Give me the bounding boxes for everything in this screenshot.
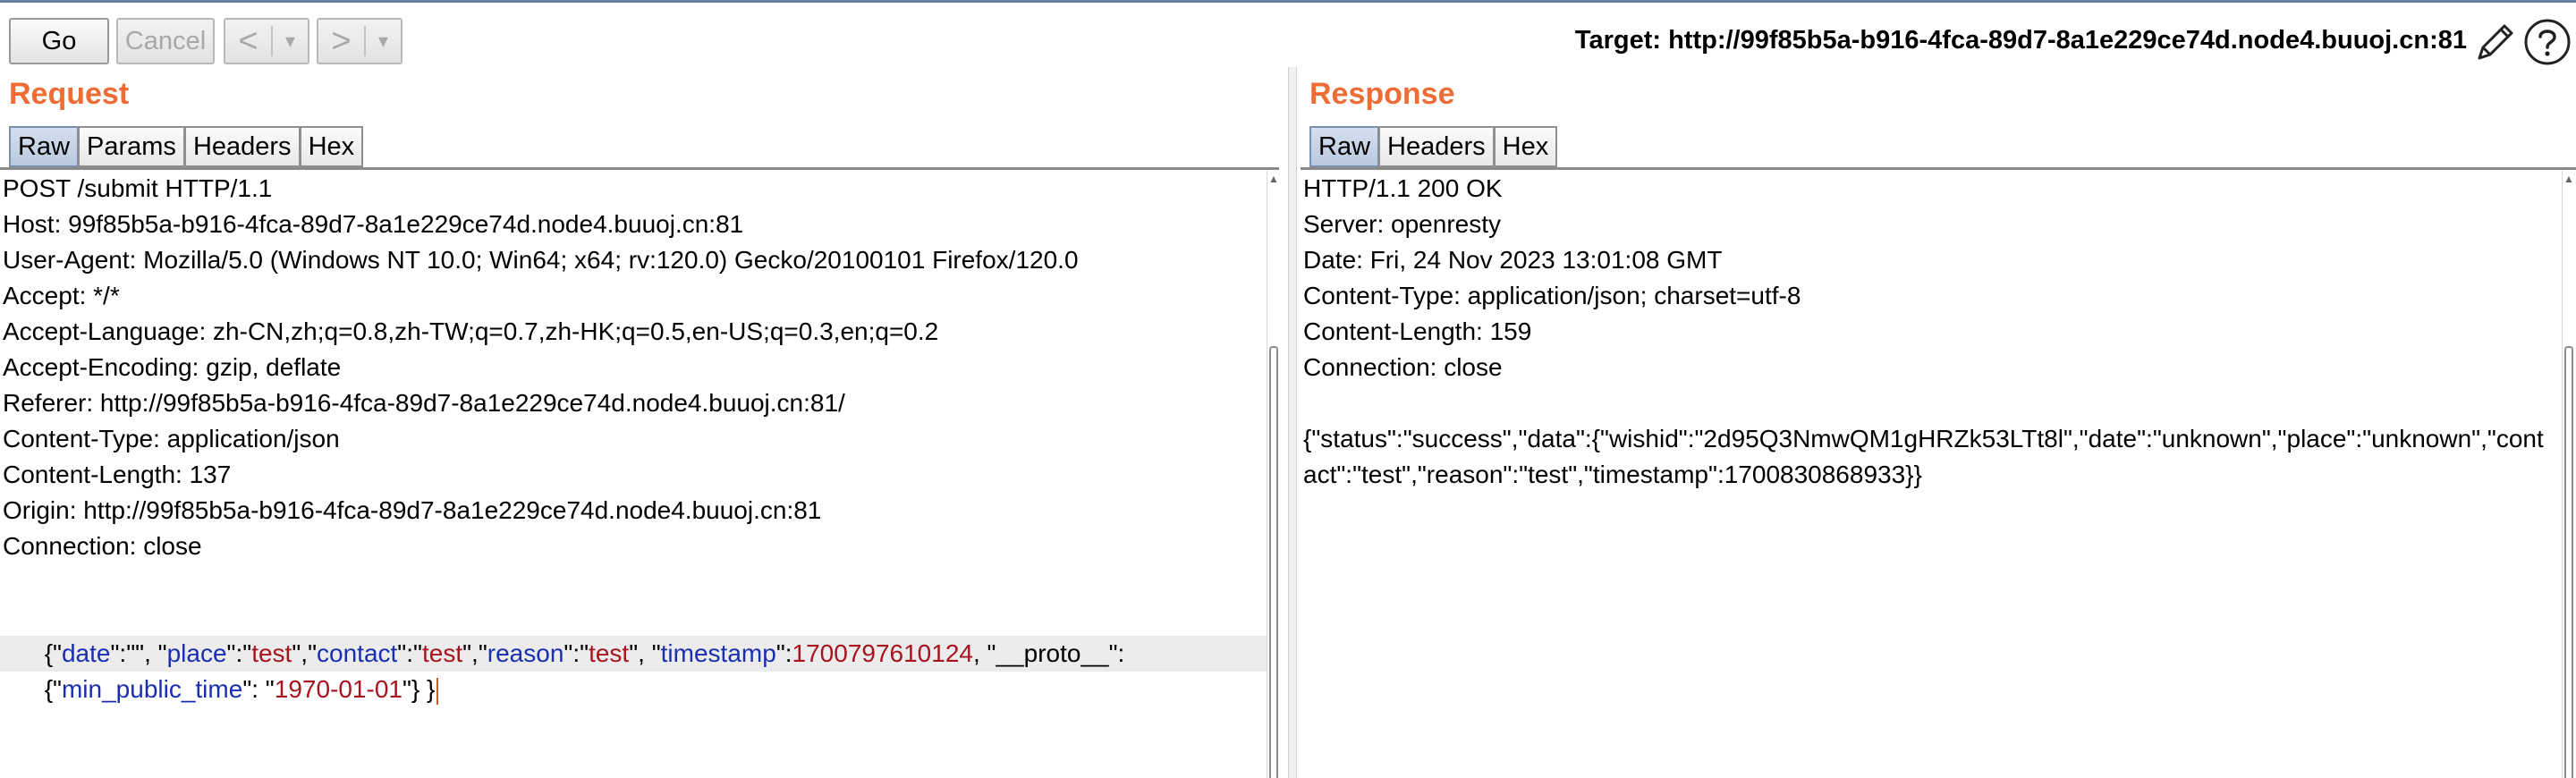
cancel-button[interactable]: Cancel [116,18,215,64]
response-line: act":"test","reason":"test","timestamp":… [1303,461,1922,488]
request-line: Content-Length: 137 [3,461,232,488]
json-value: test [421,639,463,667]
request-title: Request [9,77,130,111]
json-value: 1970-01-01 [274,675,402,703]
json-value: 1700797610124 [792,639,973,667]
go-button[interactable]: Go [9,18,109,64]
response-title: Response [1309,77,1455,111]
request-tabs: Raw Params Headers Hex [9,126,364,167]
request-line [0,564,1267,600]
request-line: Referer: http://99f85b5a-b916-4fca-89d7-… [3,389,845,417]
request-tab-params[interactable]: Params [78,126,184,167]
split-pane-divider[interactable] [1288,67,1297,778]
response-tab-underline [1301,167,2576,170]
request-line: Content-Type: application/json [3,425,340,452]
response-tabs: Raw Headers Hex [1309,126,1558,167]
json-punct: "," [292,639,318,667]
response-line: {"status":"success","data":{"wishid":"2d… [1303,425,2544,452]
go-button-label: Go [41,26,77,55]
request-line: Connection: close [3,532,202,560]
response-scroll-thumb[interactable] [2564,346,2573,778]
json-punct: ":" [397,639,422,667]
response-tab-headers-label: Headers [1387,131,1486,161]
response-tab-raw[interactable]: Raw [1309,126,1379,167]
json-punct: {" [44,675,62,703]
json-punct: "," [462,639,487,667]
json-value: test [251,639,292,667]
request-tab-raw-label: Raw [18,131,71,161]
back-arrow-icon: < [238,21,258,60]
json-punct: ":"", " [110,639,167,667]
pencil-icon[interactable] [2472,17,2517,65]
request-tab-hex-label: Hex [308,131,355,161]
json-punct: "} } [402,675,436,703]
response-line: Content-Type: application/json; charset=… [1303,282,1801,309]
request-tab-params-label: Params [87,131,176,161]
help-icon[interactable] [2522,17,2572,67]
request-line: Host: 99f85b5a-b916-4fca-89d7-8a1e229ce7… [3,210,744,238]
toolbar: Go Cancel < ▾ > ▾ Target: http://99f85b5… [0,3,2576,65]
request-tab-headers-label: Headers [192,131,292,161]
response-editor[interactable]: HTTP/1.1 200 OK Server: openresty Date: … [1301,171,2560,778]
back-button[interactable]: < ▾ [224,18,309,64]
response-line: Server: openresty [1303,210,1501,238]
json-key: timestamp [660,639,776,667]
json-punct: {" [44,639,62,667]
request-tab-raw[interactable]: Raw [9,126,79,167]
request-line: User-Agent: Mozilla/5.0 (Windows NT 10.0… [3,246,1079,274]
request-scrollbar[interactable]: ▲ [1267,171,1279,778]
target-url: Target: http://99f85b5a-b916-4fca-89d7-8… [1574,26,2467,55]
response-line: HTTP/1.1 200 OK [1303,174,1503,202]
request-line: Origin: http://99f85b5a-b916-4fca-89d7-8… [3,496,822,524]
back-history-dropdown-icon[interactable]: ▾ [273,20,308,63]
json-key: contact [317,639,398,667]
response-line: Content-Length: 159 [1303,317,1532,345]
json-punct: ", " [629,639,661,667]
text-caret [436,677,439,705]
response-tab-hex[interactable]: Hex [1493,126,1558,167]
response-tab-headers[interactable]: Headers [1378,126,1494,167]
response-scrollbar[interactable]: ▲ [2562,171,2574,778]
request-line: Accept-Encoding: gzip, deflate [3,353,342,381]
response-line [1301,385,2560,421]
scroll-up-icon[interactable]: ▲ [2563,173,2574,185]
cancel-button-label: Cancel [124,26,207,55]
forward-history-dropdown-icon[interactable]: ▾ [366,20,401,63]
request-scroll-thumb[interactable] [1269,346,1278,778]
json-punct: ": [775,639,792,667]
json-key: min_public_time [61,675,243,703]
json-key: place [166,639,227,667]
request-tab-hex[interactable]: Hex [299,126,364,167]
request-tab-underline [0,167,1279,170]
request-line: POST /submit HTTP/1.1 [3,174,273,202]
response-line: Connection: close [1303,353,1503,381]
json-value: test [589,639,630,667]
repeater-window: Go Cancel < ▾ > ▾ Target: http://99f85b5… [0,0,2576,778]
json-punct: , "__proto__": [972,639,1125,667]
forward-button[interactable]: > ▾ [317,18,402,64]
forward-arrow-icon: > [331,21,352,60]
response-tab-raw-label: Raw [1318,131,1371,161]
response-tab-hex-label: Hex [1502,131,1549,161]
scroll-up-icon[interactable]: ▲ [1268,173,1279,185]
json-punct: ":" [564,639,589,667]
json-punct: ": " [242,675,275,703]
json-key: date [61,639,111,667]
request-line: Accept-Language: zh-CN,zh;q=0.8,zh-TW;q=… [3,317,939,345]
response-line: Date: Fri, 24 Nov 2023 13:01:08 GMT [1303,246,1723,274]
request-body-line: {"date":"", "place":"test","contact":"te… [0,600,1267,667]
json-punct: ":" [226,639,252,667]
request-line: Accept: */* [3,282,120,309]
request-editor[interactable]: POST /submit HTTP/1.1 Host: 99f85b5a-b91… [0,171,1267,778]
json-key: reason [487,639,564,667]
request-tab-headers[interactable]: Headers [183,126,300,167]
